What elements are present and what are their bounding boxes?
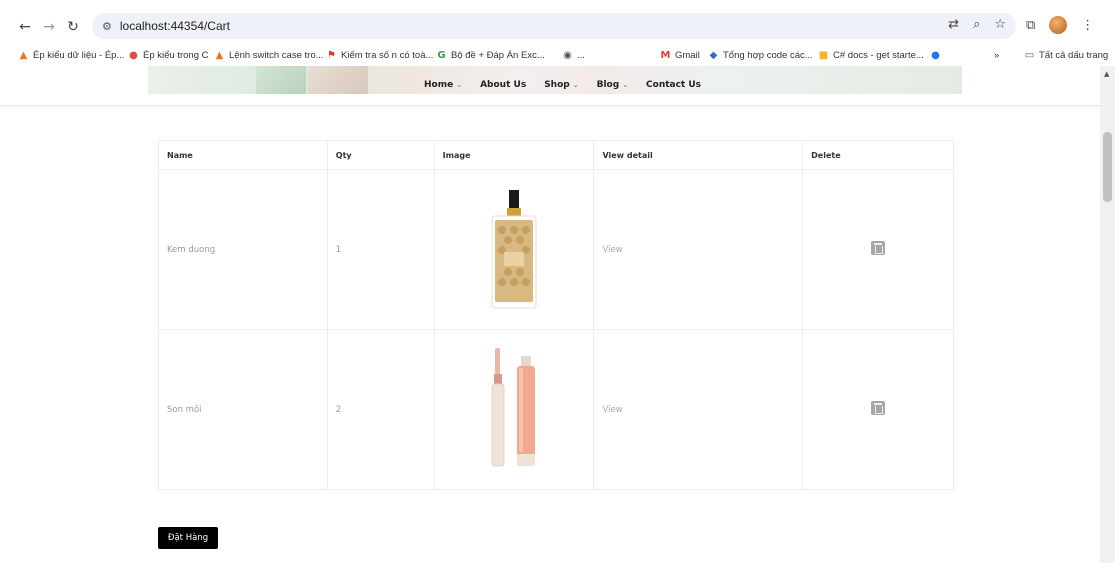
product-image-cell xyxy=(433,329,595,490)
site-header: Home ⌄ About Us Shop ⌄ Blog ⌄ Contact Us xyxy=(0,66,1100,106)
bookmark-item[interactable]: ◆ Tổng hợp code các... xyxy=(708,50,813,61)
bookmark-label: Ép kiểu trong C xyxy=(143,49,209,61)
address-bar[interactable]: ⚙ localhost:44354/Cart ⇄ ⌕ ☆ xyxy=(92,13,1016,39)
product-name: Son môi xyxy=(158,329,328,490)
lip-gloss-image xyxy=(491,348,536,467)
red-circle-icon: ● xyxy=(129,49,138,61)
bookmarks-bar: ▲ Ép kiểu dữ liệu - Ép... ● Ép kiểu tron… xyxy=(0,44,1115,66)
facebook-icon: ● xyxy=(931,49,940,61)
menu-kebab-icon[interactable]: ⋮ xyxy=(1081,18,1094,33)
gmail-icon: M xyxy=(660,49,671,61)
bookmark-label: ... xyxy=(577,49,585,61)
bookmark-label: Tổng hợp code các... xyxy=(723,49,813,61)
cart-table: Name Qty Image View detail Delete Kem du… xyxy=(158,140,954,490)
table-row: Son môi 2 View xyxy=(158,329,954,490)
bookmarks-overflow[interactable]: » xyxy=(994,50,999,61)
main-nav: Home ⌄ About Us Shop ⌄ Blog ⌄ Contact Us xyxy=(424,80,701,90)
nav-label: Shop xyxy=(544,80,570,90)
extensions-icon[interactable]: ⧉ xyxy=(1026,18,1035,33)
bookmark-item[interactable]: ■ C# docs - get starte... xyxy=(818,50,924,61)
nav-item-blog[interactable]: Blog ⌄ xyxy=(597,80,628,90)
overflow-chevron-icon: » xyxy=(994,49,1000,61)
bookmark-item[interactable]: ◉ ... xyxy=(562,50,585,61)
bookmark-label: Lệnh switch case tro... xyxy=(229,49,324,61)
trash-icon[interactable] xyxy=(871,241,886,255)
bookmark-item[interactable]: ● xyxy=(930,50,941,61)
forward-arrow-icon[interactable]: → xyxy=(38,16,60,38)
folder-icon: ▭ xyxy=(1024,49,1035,61)
bookmark-item[interactable]: G Bộ đề + Đáp Án Exc... xyxy=(436,49,545,61)
view-link[interactable]: View xyxy=(602,245,622,255)
scrollbar-thumb[interactable] xyxy=(1103,132,1112,202)
perfume-bottle-image xyxy=(491,190,537,309)
nav-item-home[interactable]: Home ⌄ xyxy=(424,80,462,90)
url-text[interactable]: localhost:44354/Cart xyxy=(120,19,230,33)
nav-label: Home xyxy=(424,80,454,90)
product-qty: 2 xyxy=(326,329,435,490)
table-row: Kem duong 1 View xyxy=(158,169,954,330)
page-scrollbar[interactable]: ▲ xyxy=(1100,66,1115,563)
diamond-icon: ◆ xyxy=(709,49,718,61)
profile-avatar[interactable] xyxy=(1049,16,1068,34)
all-bookmarks[interactable]: ▭ Tất cả dấu trang xyxy=(1024,50,1108,61)
site-info-icon[interactable]: ⚙ xyxy=(102,20,112,33)
view-detail-cell: View xyxy=(593,329,804,490)
bookmark-item[interactable]: ● Ép kiểu trong C xyxy=(128,50,208,61)
nav-item-about-us[interactable]: About Us xyxy=(480,80,526,90)
bookmark-item[interactable]: ⚑ Kiểm tra số n có toà... xyxy=(326,50,433,61)
microsoft-icon: ■ xyxy=(818,49,829,61)
delete-cell xyxy=(802,169,954,330)
browser-toolbar: ← → ↻ ⚙ localhost:44354/Cart ⇄ ⌕ ☆ ⧉ ⋮ xyxy=(0,10,1115,44)
header-image: Image xyxy=(433,140,595,170)
delete-cell xyxy=(802,329,954,490)
bookmark-label: Ép kiểu dữ liệu - Ép... xyxy=(33,49,125,61)
product-image-cell xyxy=(433,169,595,330)
trash-icon[interactable] xyxy=(871,401,886,415)
header-view-detail: View detail xyxy=(593,140,804,170)
place-order-button[interactable]: Đặt Hàng xyxy=(158,527,218,549)
bookmark-item[interactable]: M Gmail xyxy=(660,50,700,61)
table-header-row: Name Qty Image View detail Delete xyxy=(158,140,954,170)
back-arrow-icon[interactable]: ← xyxy=(14,16,36,38)
fire-icon: ▲ xyxy=(19,49,28,61)
google-icon: G xyxy=(437,49,446,61)
nav-item-shop[interactable]: Shop ⌄ xyxy=(544,80,578,90)
scroll-up-arrow-icon[interactable]: ▲ xyxy=(1104,70,1109,78)
chevron-down-icon: ⌄ xyxy=(622,81,629,89)
bookmark-label: C# docs - get starte... xyxy=(833,49,924,61)
header-delete: Delete xyxy=(802,140,954,170)
star-icon[interactable]: ☆ xyxy=(994,17,1006,32)
header-qty: Qty xyxy=(326,140,435,170)
chevron-down-icon: ⌄ xyxy=(572,81,579,89)
bookmark-item[interactable]: ▲ Lệnh switch case tro... xyxy=(214,50,324,61)
header-name: Name xyxy=(158,140,328,170)
all-bookmarks-label: Tất cả dấu trang xyxy=(1039,49,1109,61)
red-flag-icon: ⚑ xyxy=(327,49,336,61)
globe-icon: ◉ xyxy=(563,49,572,61)
bookmark-item[interactable]: ▲ Ép kiểu dữ liệu - Ép... xyxy=(18,49,125,61)
bookmark-label: Kiểm tra số n có toà... xyxy=(341,49,434,61)
translate-icon[interactable]: ⇄ xyxy=(948,17,959,32)
nav-item-contact-us[interactable]: Contact Us xyxy=(646,80,701,90)
bookmark-label: Bộ đề + Đáp Án Exc... xyxy=(451,49,545,61)
nav-label: Contact Us xyxy=(646,80,702,90)
bookmark-label: Gmail xyxy=(675,49,700,61)
fire-icon: ▲ xyxy=(215,49,224,61)
reload-icon[interactable]: ↻ xyxy=(62,16,84,38)
product-qty: 1 xyxy=(326,169,435,330)
nav-label: Blog xyxy=(596,80,620,90)
view-detail-cell: View xyxy=(593,169,804,330)
chevron-down-icon: ⌄ xyxy=(456,81,463,89)
product-name: Kem duong xyxy=(158,169,328,330)
nav-label: About Us xyxy=(480,80,527,90)
zoom-icon[interactable]: ⌕ xyxy=(973,17,980,32)
view-link[interactable]: View xyxy=(602,405,622,415)
